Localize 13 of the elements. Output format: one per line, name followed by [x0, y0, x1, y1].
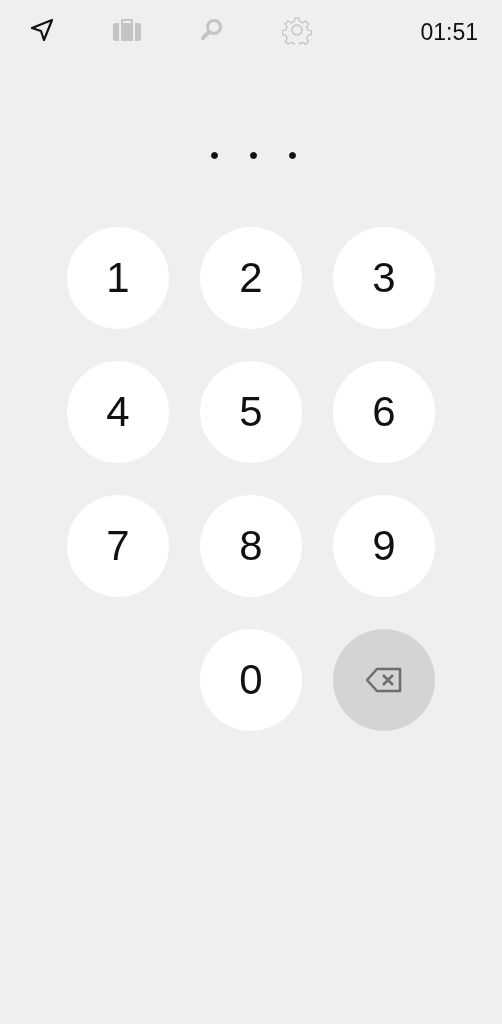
digit-key[interactable]: 6 [333, 361, 435, 463]
clock: 01:51 [420, 17, 478, 46]
backspace-icon [365, 666, 403, 694]
digit-key[interactable]: 1 [67, 227, 169, 329]
digit-key[interactable]: 8 [200, 495, 302, 597]
digit-key[interactable]: 3 [333, 227, 435, 329]
digit-key[interactable]: 9 [333, 495, 435, 597]
digit-key[interactable]: 5 [200, 361, 302, 463]
digit-key[interactable]: 7 [67, 495, 169, 597]
digit-key[interactable]: 0 [200, 629, 302, 731]
digit-key[interactable]: 2 [200, 227, 302, 329]
settings-tab[interactable] [282, 15, 312, 45]
digit-key[interactable]: 4 [67, 361, 169, 463]
